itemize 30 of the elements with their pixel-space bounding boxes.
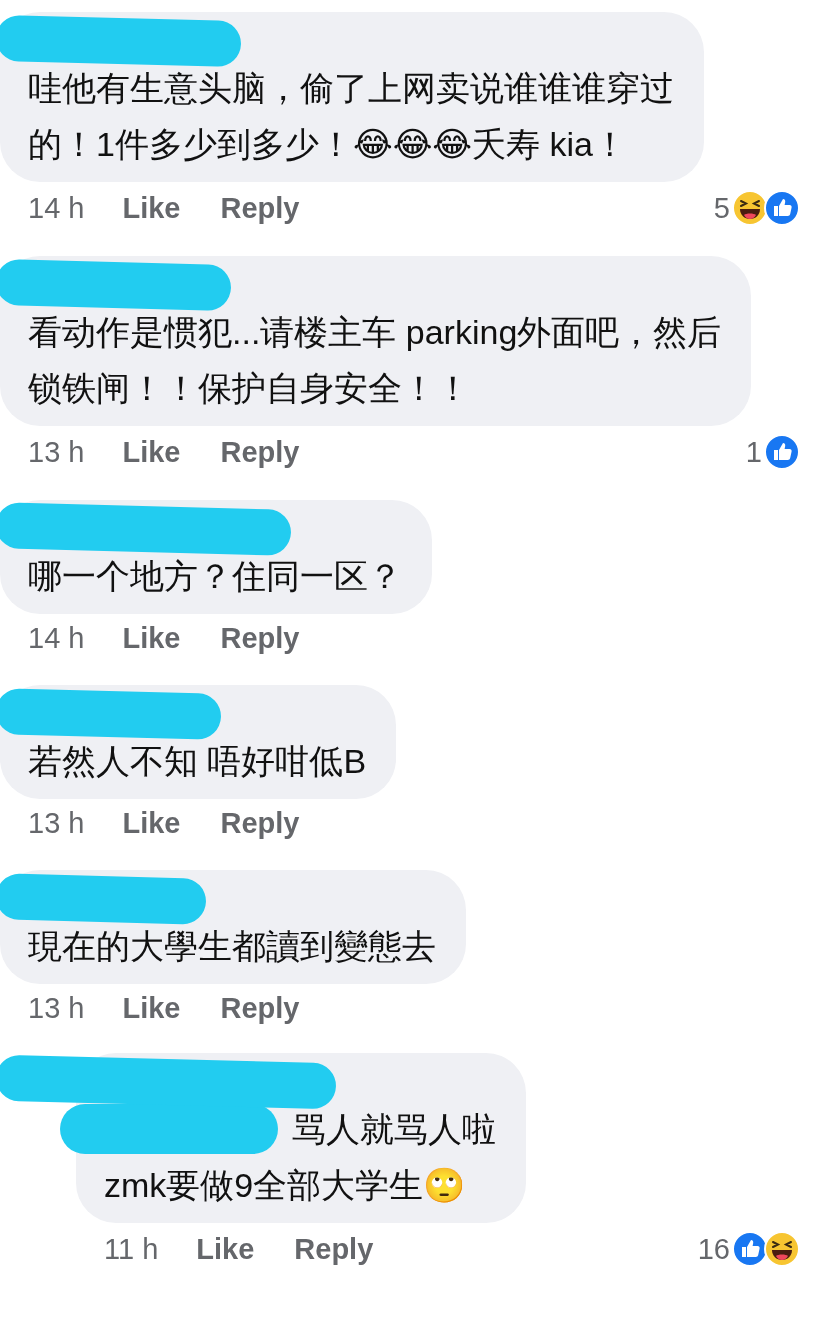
timestamp: 13 h bbox=[28, 435, 85, 469]
reaction-count: 16 bbox=[697, 1232, 730, 1266]
comment-text: 的！1件多少到多少！😂😂😂夭寿 kia！ bbox=[28, 124, 628, 165]
like-link[interactable]: Like bbox=[122, 191, 181, 225]
reply-link[interactable]: Reply bbox=[220, 622, 300, 655]
reply-link[interactable]: Reply bbox=[220, 435, 300, 469]
comment-text: 骂人就骂人啦 bbox=[292, 1109, 496, 1150]
timestamp: 11 h bbox=[104, 1232, 159, 1266]
timestamp: 14 h bbox=[28, 191, 85, 225]
comment-text: 若然人不知 唔好咁低B bbox=[28, 741, 367, 782]
reply-link[interactable]: Reply bbox=[220, 191, 300, 225]
comment-text: 看动作是惯犯...请楼主车 parking外面吧，然后 bbox=[28, 312, 722, 353]
comment-text: 現在的大學生都讀到變態去 bbox=[28, 926, 436, 967]
comment-text: 哪一个地方？住同一区？ bbox=[28, 556, 402, 597]
like-link[interactable]: Like bbox=[122, 992, 181, 1025]
like-link[interactable]: Like bbox=[122, 435, 181, 469]
reply-link[interactable]: Reply bbox=[220, 807, 300, 840]
reply-link[interactable]: Reply bbox=[220, 992, 300, 1025]
reaction-count: 1 bbox=[745, 435, 762, 469]
comment-text: 锁铁闸！！保护自身安全！！ bbox=[28, 368, 471, 409]
timestamp: 13 h bbox=[28, 807, 85, 840]
timestamp: 13 h bbox=[28, 992, 85, 1025]
reply-link[interactable]: Reply bbox=[294, 1232, 374, 1266]
comment-text: zmk要做9全部大学生🙄 bbox=[104, 1165, 467, 1206]
reaction-count: 5 bbox=[713, 191, 730, 225]
timestamp: 14 h bbox=[28, 622, 85, 655]
like-link[interactable]: Like bbox=[122, 807, 181, 840]
like-link[interactable]: Like bbox=[122, 622, 181, 655]
comment-text: 哇他有生意头脑，偷了上网卖说谁谁谁穿过 bbox=[28, 68, 674, 109]
like-link[interactable]: Like bbox=[196, 1232, 255, 1266]
